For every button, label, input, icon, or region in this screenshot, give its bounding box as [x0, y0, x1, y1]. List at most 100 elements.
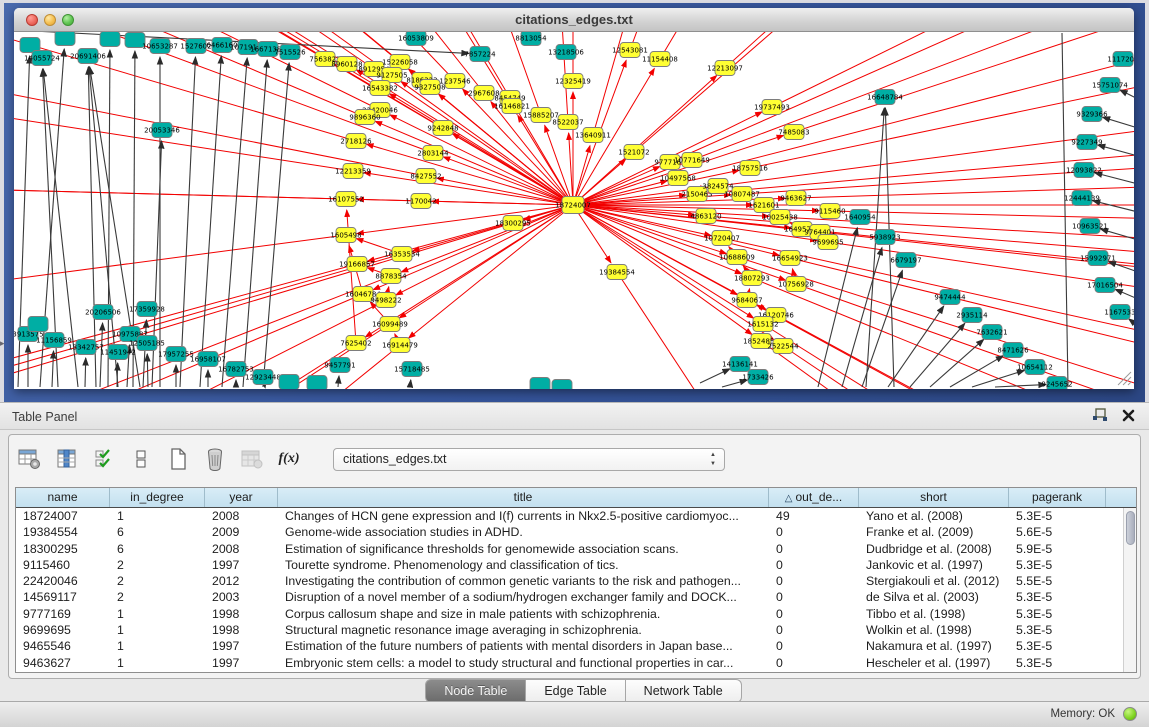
float-panel-icon[interactable]	[1092, 408, 1108, 428]
svg-text:10720407: 10720407	[704, 234, 740, 242]
graph-node[interactable]	[530, 378, 550, 390]
table-row[interactable]: 1830029562008Estimation of significance …	[16, 541, 1136, 557]
new-document-icon[interactable]	[165, 446, 191, 472]
table-column-icon[interactable]	[54, 446, 80, 472]
column-header-short[interactable]: short	[859, 488, 1009, 507]
svg-text:5938923: 5938923	[869, 233, 900, 241]
table-row[interactable]: 977716911998Corpus callosum shape and si…	[16, 606, 1136, 622]
svg-text:9115460: 9115460	[814, 207, 845, 215]
column-header-in_degree[interactable]: in_degree	[110, 488, 205, 507]
svg-text:9242848: 9242848	[427, 124, 458, 132]
graph-node[interactable]	[28, 317, 48, 332]
svg-text:10963521: 10963521	[1072, 222, 1108, 230]
svg-text:16107552: 16107552	[328, 195, 364, 203]
column-header-title[interactable]: title	[278, 488, 769, 507]
svg-text:9684067: 9684067	[731, 296, 762, 304]
table-row[interactable]: 1872400712008Changes of HCN gene express…	[16, 508, 1136, 524]
function-builder-icon[interactable]: f(x)	[276, 446, 302, 472]
svg-text:15751074: 15751074	[1092, 81, 1128, 89]
table-cell: 2	[110, 573, 205, 589]
panel-collapse-arrow-icon[interactable]: ▸	[0, 338, 5, 349]
table-cell: 0	[769, 638, 859, 654]
node-attribute-table[interactable]: namein_degreeyeartitle△out_de...shortpag…	[15, 487, 1137, 673]
svg-text:16914479: 16914479	[382, 341, 418, 349]
table-cell: Franke et al. (2009)	[859, 524, 1009, 540]
graph-node[interactable]	[552, 380, 572, 390]
table-cell: 0	[769, 622, 859, 638]
svg-text:12444139: 12444139	[1064, 194, 1100, 202]
table-cell: 2003	[205, 589, 278, 605]
table-cell: Disruption of a novel member of a sodium…	[278, 589, 769, 605]
column-header-pagerank[interactable]: pagerank	[1009, 488, 1106, 507]
svg-text:9699695: 9699695	[812, 238, 843, 246]
network-canvas[interactable]: 1872400712543081111544081221309712325419…	[14, 32, 1134, 389]
memory-status-indicator[interactable]	[1123, 707, 1137, 721]
svg-text:15226058: 15226058	[382, 58, 418, 66]
tab-edge-table[interactable]: Edge Table	[526, 679, 625, 703]
select-rows-icon[interactable]	[91, 446, 117, 472]
svg-text:8427552: 8427552	[410, 172, 441, 180]
tab-node-table[interactable]: Node Table	[425, 679, 526, 703]
table-cell: 18724007	[16, 508, 110, 524]
status-bar: Memory: OK	[0, 701, 1149, 727]
window-titlebar[interactable]: citations_edges.txt	[14, 8, 1134, 32]
import-table-disabled-icon	[239, 446, 265, 472]
graph-node[interactable]	[279, 375, 299, 390]
table-row[interactable]: 1938455462009Genome-wide association stu…	[16, 524, 1136, 540]
table-cell: 2008	[205, 508, 278, 524]
table-selector-value: citations_edges.txt	[343, 452, 447, 466]
svg-text:9457791: 9457791	[324, 361, 355, 369]
table-panel-title: Table Panel	[12, 410, 77, 424]
table-row[interactable]: 911546021997Tourette syndrome. Phenomeno…	[16, 557, 1136, 573]
svg-text:12213359: 12213359	[335, 167, 371, 175]
table-row[interactable]: 946362711997Embryonic stem cells: a mode…	[16, 655, 1136, 671]
scrollbar-thumb[interactable]	[1126, 511, 1135, 545]
table-vertical-scrollbar[interactable]	[1123, 508, 1136, 672]
svg-text:1615132: 1615132	[747, 320, 778, 328]
close-panel-icon[interactable]	[1122, 409, 1135, 427]
table-selector-dropdown[interactable]: citations_edges.txt ▲▼	[333, 448, 725, 471]
column-header-name[interactable]: name	[16, 488, 110, 507]
table-settings-icon[interactable]	[17, 446, 43, 472]
svg-text:16648784: 16648784	[867, 93, 903, 101]
svg-text:2935114: 2935114	[956, 311, 988, 319]
table-cell: 5.3E-5	[1009, 508, 1106, 524]
citation-network-graph[interactable]: 1872400712543081111544081221309712325419…	[14, 32, 1134, 389]
table-row[interactable]: 969969511998Structural magnetic resonanc…	[16, 622, 1136, 638]
graph-node[interactable]	[307, 376, 327, 390]
table-cell: 1	[110, 638, 205, 654]
delete-table-icon[interactable]	[202, 446, 228, 472]
graph-node[interactable]	[100, 32, 120, 47]
svg-text:19737493: 19737493	[754, 103, 790, 111]
table-row[interactable]: 1456911722003Disruption of a novel membe…	[16, 589, 1136, 605]
graph-node[interactable]	[55, 32, 75, 46]
svg-text:12325419: 12325419	[555, 77, 591, 85]
svg-text:18300295: 18300295	[495, 219, 531, 227]
table-cell: Tibbo et al. (1998)	[859, 606, 1009, 622]
table-cell: 1	[110, 508, 205, 524]
table-row[interactable]: 2242004622012Investigating the contribut…	[16, 573, 1136, 589]
column-header-out_de[interactable]: △out_de...	[769, 488, 859, 507]
svg-text:4863120: 4863120	[690, 212, 721, 220]
svg-text:16053809: 16053809	[398, 34, 434, 42]
table-cell: 9463627	[16, 655, 110, 671]
network-view-window[interactable]: citations_edges.txt 18724007125430811115…	[14, 8, 1134, 389]
table-cell: 22420046	[16, 573, 110, 589]
table-cell: 2	[110, 589, 205, 605]
svg-text:10771649: 10771649	[674, 156, 710, 164]
column-header-year[interactable]: year	[205, 488, 278, 507]
table-row[interactable]: 946554611997Estimation of the future num…	[16, 638, 1136, 654]
network-desktop-background: citations_edges.txt 18724007125430811115…	[4, 3, 1145, 402]
svg-text:2522544: 2522544	[767, 342, 799, 350]
stacked-boxes-icon[interactable]	[128, 446, 154, 472]
svg-text:10756928: 10756928	[778, 280, 814, 288]
table-cell: Yano et al. (2008)	[859, 508, 1009, 524]
svg-text:16958107: 16958107	[190, 355, 226, 363]
svg-text:18757516: 18757516	[732, 164, 768, 172]
tab-network-table[interactable]: Network Table	[626, 679, 742, 703]
table-cell: Changes of HCN gene expression and I(f) …	[278, 508, 769, 524]
table-cell: 2009	[205, 524, 278, 540]
table-cell: 5.3E-5	[1009, 622, 1106, 638]
table-cell: 2008	[205, 541, 278, 557]
table-cell: 0	[769, 589, 859, 605]
